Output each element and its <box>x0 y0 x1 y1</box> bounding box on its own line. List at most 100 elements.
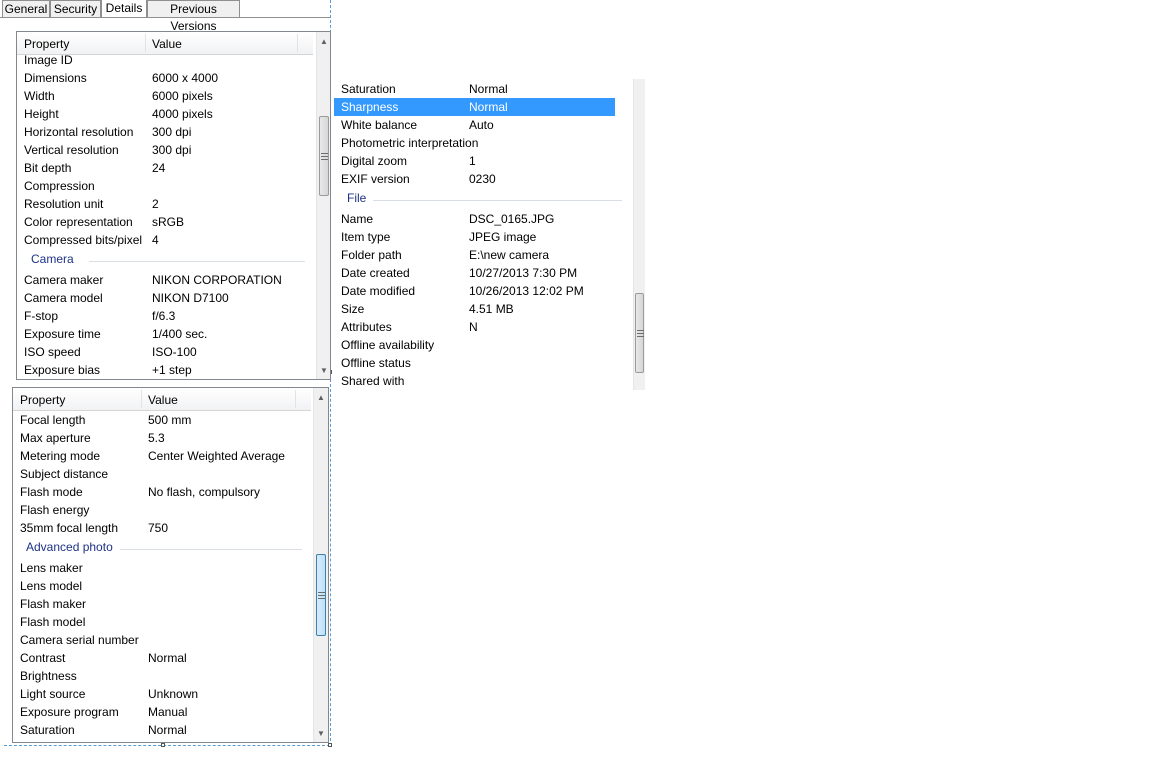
property-name: Metering mode <box>20 449 101 463</box>
header-property[interactable]: Property <box>24 37 69 51</box>
list-item[interactable]: Subject distance <box>13 465 311 483</box>
list-item[interactable]: Light source Unknown <box>13 685 311 703</box>
scroll-up-arrow-icon[interactable]: ▲ <box>314 390 328 406</box>
list-item[interactable]: Contrast Normal <box>13 649 311 667</box>
list-item[interactable]: Resolution unit 2 <box>17 195 315 213</box>
list-item[interactable]: Horizontal resolution 300 dpi <box>17 123 315 141</box>
list-item[interactable]: Bit depth 24 <box>17 159 315 177</box>
list-item[interactable]: Offline availability <box>334 336 615 354</box>
property-name: Width <box>24 89 55 103</box>
list-item[interactable]: ISO speed ISO-100 <box>17 343 315 361</box>
list-item[interactable]: Image ID <box>17 51 315 69</box>
list-item[interactable]: Saturation Normal <box>334 80 615 98</box>
details-list-top[interactable]: Property Value Image ID Dimensions 6000 x … <box>16 31 331 380</box>
scrollbar-bottom-list[interactable]: ▲ ▼ <box>313 388 328 742</box>
list-item[interactable]: Date created 10/27/2013 7:30 PM <box>334 264 615 282</box>
resize-handle-bottom[interactable] <box>161 743 165 747</box>
property-name: Flash mode <box>20 485 83 499</box>
list-item[interactable]: Flash energy <box>13 501 311 519</box>
scroll-up-arrow-icon[interactable]: ▲ <box>317 34 330 50</box>
property-value: 24 <box>152 161 166 175</box>
list-item[interactable]: Height 4000 pixels <box>17 105 315 123</box>
property-value: 4000 pixels <box>152 107 213 121</box>
list-item[interactable]: Attributes N <box>334 318 615 336</box>
list-item[interactable]: Folder path E:\new camera <box>334 246 615 264</box>
list-item[interactable]: Size 4.51 MB <box>334 300 615 318</box>
list-item[interactable]: Item type JPEG image <box>334 228 615 246</box>
property-value: 300 dpi <box>152 143 192 157</box>
scrollbar-thumb[interactable] <box>319 116 329 196</box>
header-property[interactable]: Property <box>20 393 65 407</box>
list-item[interactable]: Camera maker NIKON CORPORATION <box>17 271 315 289</box>
list-item[interactable]: Offline status <box>334 354 615 372</box>
list-item[interactable]: Focal length 500 mm <box>13 411 311 429</box>
tab-previous-versions[interactable]: Previous Versions <box>147 0 240 33</box>
list-item[interactable]: Width 6000 pixels <box>17 87 315 105</box>
property-name: Camera model <box>24 291 103 305</box>
list-item[interactable]: Metering mode Center Weighted Average <box>13 447 311 465</box>
list-item[interactable]: Saturation Normal <box>13 721 311 739</box>
property-name: Compression <box>24 179 95 193</box>
list-item[interactable]: Flash model <box>13 613 311 631</box>
list-item[interactable]: Compression <box>17 177 315 195</box>
group-header[interactable]: Camera <box>31 252 305 270</box>
list-item[interactable]: Lens model <box>13 577 311 595</box>
list-item[interactable]: Exposure bias +1 step <box>17 361 315 379</box>
property-name: Resolution unit <box>24 197 104 211</box>
list-item[interactable]: Compressed bits/pixel 4 <box>17 231 315 249</box>
list-item[interactable]: Camera serial number <box>13 631 311 649</box>
scroll-down-arrow-icon[interactable]: ▼ <box>317 363 330 379</box>
list-item[interactable]: Photometric interpretation <box>334 134 615 152</box>
list-item[interactable]: F-stop f/6.3 <box>17 307 315 325</box>
property-value: 1/400 sec. <box>152 327 208 341</box>
property-name: Name <box>341 212 374 226</box>
list-item[interactable]: Sharpness Normal <box>334 98 615 116</box>
details-list-bottom[interactable]: Property Value Focal length 500 mm Max ape… <box>12 387 329 743</box>
property-name: Horizontal resolution <box>24 125 134 139</box>
group-divider <box>120 549 302 550</box>
group-header[interactable]: Advanced photo <box>26 540 302 558</box>
property-name: F-stop <box>24 309 59 323</box>
property-name: Camera serial number <box>20 633 139 647</box>
scrollbar-thumb[interactable] <box>316 554 326 636</box>
property-name: Attributes <box>341 320 392 334</box>
property-name: Saturation <box>20 723 75 737</box>
tab-security[interactable]: Security <box>50 0 101 17</box>
property-name: Offline availability <box>341 338 435 352</box>
list-item[interactable]: Camera model NIKON D7100 <box>17 289 315 307</box>
list-item[interactable]: 35mm focal length 750 <box>13 519 311 537</box>
list-item[interactable]: EXIF version 0230 <box>334 170 615 188</box>
list-item[interactable]: Color representation sRGB <box>17 213 315 231</box>
details-list-right[interactable]: Saturation Normal Sharpness Normal White bal… <box>334 79 646 391</box>
list-item[interactable]: Flash mode No flash, compulsory <box>13 483 311 501</box>
property-value: sRGB <box>152 215 185 229</box>
tab-details[interactable]: Details <box>101 0 147 17</box>
list-item[interactable]: Shared with <box>334 372 615 390</box>
scroll-down-arrow-icon[interactable]: ▼ <box>314 726 328 742</box>
list-item[interactable]: Name DSC_0165.JPG <box>334 210 615 228</box>
list-item[interactable]: Max aperture 5.3 <box>13 429 311 447</box>
list-item[interactable]: Vertical resolution 300 dpi <box>17 141 315 159</box>
property-name: Focal length <box>20 413 86 427</box>
list-item[interactable]: Digital zoom 1 <box>334 152 615 170</box>
list-item[interactable]: Exposure time 1/400 sec. <box>17 325 315 343</box>
property-value: 1 <box>469 154 476 168</box>
resize-handle-corner[interactable] <box>328 743 332 747</box>
list-item[interactable]: Flash maker <box>13 595 311 613</box>
list-item[interactable]: Brightness <box>13 667 311 685</box>
list-item[interactable]: Exposure program Manual <box>13 703 311 721</box>
tab-general[interactable]: General <box>2 0 50 17</box>
list-item[interactable]: Dimensions 6000 x 4000 <box>17 69 315 87</box>
list-item[interactable]: White balance Auto <box>334 116 615 134</box>
header-value[interactable]: Value <box>148 393 178 407</box>
header-value[interactable]: Value <box>152 37 182 51</box>
scrollbar-right-list[interactable] <box>633 79 645 390</box>
scrollbar-thumb[interactable] <box>635 293 644 373</box>
list-item[interactable]: Lens maker <box>13 559 311 577</box>
property-name: Contrast <box>20 651 66 665</box>
property-value: 0230 <box>469 172 496 186</box>
property-name: Size <box>341 302 365 316</box>
group-header[interactable]: File <box>347 191 622 209</box>
scrollbar-top-list[interactable]: ▲ ▼ <box>316 32 330 379</box>
list-item[interactable]: Date modified 10/26/2013 12:02 PM <box>334 282 615 300</box>
